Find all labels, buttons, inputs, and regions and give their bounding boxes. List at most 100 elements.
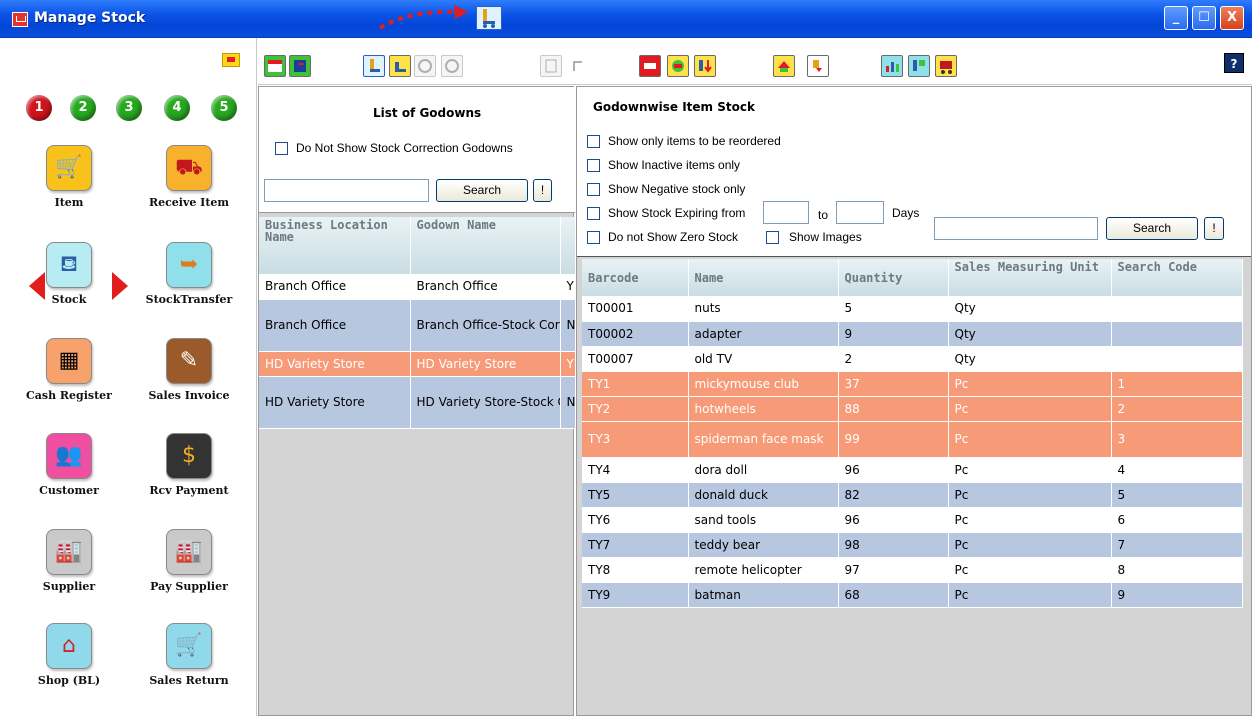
godown-search-input[interactable] — [264, 179, 429, 202]
tile-rcv-payment[interactable]: $ Rcv Payment — [143, 433, 235, 521]
step-2-button[interactable]: 2 — [70, 95, 96, 121]
stock-icon[interactable] — [363, 55, 385, 77]
shopping-cart-icon: 🛒 — [46, 145, 92, 191]
table-row[interactable]: TY6 sand tools 96 Pc 6 — [582, 507, 1243, 533]
minimize-button[interactable]: _ — [1164, 6, 1188, 30]
tile-customer[interactable]: 👥 Customer — [23, 433, 115, 521]
grid-view-icon[interactable] — [264, 55, 286, 77]
table-row[interactable]: Branch Office Branch Office-Stock Correc… — [259, 299, 576, 352]
toolbar: ? — [258, 38, 1252, 85]
inactive-label: Show Inactive items only — [608, 158, 741, 172]
help-button[interactable]: ? — [1224, 53, 1244, 73]
table-row[interactable]: TY8 remote helicopter 97 Pc 8 — [582, 557, 1243, 583]
stock-low-icon[interactable] — [389, 55, 411, 77]
refresh-icon[interactable] — [414, 55, 436, 77]
transfer-icon[interactable] — [667, 55, 689, 77]
table-row[interactable]: TY7 teddy bear 98 Pc 7 — [582, 532, 1243, 558]
stock-clear-button[interactable]: ! — [1204, 217, 1224, 240]
show-images-checkbox[interactable] — [766, 231, 779, 244]
tile-sales-return[interactable]: 🛒 Sales Return — [143, 623, 235, 711]
tile-item[interactable]: 🛒 Item — [23, 145, 115, 233]
stock-correction-icon[interactable] — [639, 55, 661, 77]
table-row[interactable]: TY3 spiderman face mask 99 Pc 3 — [582, 421, 1243, 458]
stock-trolley-icon: ⛾ — [46, 242, 92, 288]
tile-stock-transfer[interactable]: ➥ StockTransfer — [143, 242, 235, 330]
tile-shop[interactable]: ⌂ Shop (BL) — [23, 623, 115, 711]
expiry-to-input[interactable] — [836, 201, 884, 224]
reorder-checkbox[interactable] — [587, 135, 600, 148]
col-search-code[interactable]: Search Code — [1111, 259, 1243, 296]
stock-in-icon[interactable] — [694, 55, 716, 77]
stock-panel: Godownwise Item Stock Show only items to… — [576, 86, 1252, 716]
zero-stock-checkbox[interactable] — [587, 231, 600, 244]
table-row[interactable]: TY2 hotwheels 88 Pc 2 — [582, 396, 1243, 422]
tile-sales-invoice[interactable]: ✎ Sales Invoice — [143, 338, 235, 426]
godowns-table: Business Location Name Godown Name Branc… — [259, 217, 576, 429]
stock-search-button[interactable]: Search — [1106, 217, 1198, 240]
reorder-label: Show only items to be reordered — [608, 134, 781, 148]
invoice-icon: ✎ — [166, 338, 212, 384]
pay-factory-icon: 🏭 — [166, 529, 212, 575]
tile-stock[interactable]: ⛾ Stock — [23, 242, 115, 330]
col-quantity[interactable]: Quantity — [838, 259, 949, 296]
table-row[interactable]: TY9 batman 68 Pc 9 — [582, 582, 1243, 608]
negative-checkbox[interactable] — [587, 183, 600, 196]
report-view-icon[interactable] — [289, 55, 311, 77]
close-button[interactable]: X — [1220, 6, 1244, 30]
tile-receive-item[interactable]: ⛟ Receive Item — [143, 145, 235, 233]
col-godown-name[interactable]: Godown Name — [410, 217, 561, 274]
drag-arrow-icon — [378, 5, 468, 30]
dragged-stock-icon[interactable] — [476, 6, 502, 30]
expiring-checkbox[interactable] — [587, 207, 600, 220]
table-row[interactable]: TY5 donald duck 82 Pc 5 — [582, 482, 1243, 508]
undo-icon[interactable] — [441, 55, 463, 77]
step-5-button[interactable]: 5 — [211, 95, 237, 121]
maximize-button[interactable]: ☐ — [1192, 6, 1216, 30]
table-row[interactable]: T00001 nuts 5 Qty — [582, 296, 1243, 322]
price-icon[interactable] — [908, 55, 930, 77]
return-icon[interactable] — [773, 55, 795, 77]
tile-pay-supplier[interactable]: 🏭 Pay Supplier — [143, 529, 235, 617]
customers-icon: 👥 — [46, 433, 92, 479]
table-row[interactable]: TY1 mickymouse club 37 Pc 1 — [582, 371, 1243, 397]
app-cart-icon — [12, 12, 28, 27]
col-barcode[interactable]: Barcode — [582, 259, 689, 296]
col-sales-unit[interactable]: Sales Measuring Unit — [948, 259, 1112, 296]
godown-search-button[interactable]: Search — [436, 179, 528, 202]
table-row[interactable]: TY4 dora doll 96 Pc 4 — [582, 457, 1243, 483]
inactive-checkbox[interactable] — [587, 159, 600, 172]
table-row[interactable]: Branch Office Branch Office Y — [259, 274, 576, 300]
cart-icon[interactable] — [935, 55, 957, 77]
step-3-button[interactable]: 3 — [116, 95, 142, 121]
truck-icon: ⛟ — [166, 145, 212, 191]
payment-icon: $ — [166, 433, 212, 479]
col-name[interactable]: Name — [688, 259, 839, 296]
step-4-button[interactable]: 4 — [164, 95, 190, 121]
list-disabled-icon[interactable] — [540, 55, 562, 77]
godowns-panel: List of Godowns Do Not Show Stock Correc… — [258, 86, 576, 716]
step-1-button[interactable]: 1 — [26, 95, 52, 121]
table-row[interactable]: HD Variety Store HD Variety Store-Stock … — [259, 376, 576, 429]
expiry-to-label: to — [818, 208, 829, 222]
factory-icon: 🏭 — [46, 529, 92, 575]
title-bar: Manage Stock _ ☐ X — [0, 0, 1252, 38]
export-disabled-icon[interactable] — [568, 55, 590, 77]
godown-clear-button[interactable]: ! — [533, 179, 552, 202]
table-row[interactable]: T00002 adapter 9 Qty — [582, 321, 1243, 347]
stock-out-icon[interactable] — [807, 55, 829, 77]
table-row[interactable]: HD Variety Store HD Variety Store Y — [259, 351, 576, 377]
tile-supplier[interactable]: 🏭 Supplier — [23, 529, 115, 617]
panel-toggle-icon[interactable] — [222, 53, 240, 67]
launcher-panel: 1 2 3 4 5 🛒 Item ⛟ Receive Item ⛾ Stock … — [0, 38, 257, 716]
tile-cash-register[interactable]: ▦ Cash Register — [23, 338, 115, 426]
chart-icon[interactable] — [881, 55, 903, 77]
expiry-from-input[interactable] — [763, 201, 809, 224]
stock-search-input[interactable] — [934, 217, 1098, 240]
godowns-title: List of Godowns — [373, 106, 482, 120]
days-label: Days — [892, 206, 920, 220]
hide-correction-checkbox[interactable] — [275, 142, 288, 155]
show-images-label: Show Images — [789, 230, 862, 244]
table-row[interactable]: T00007 old TV 2 Qty — [582, 346, 1243, 372]
col-business-location[interactable]: Business Location Name — [259, 217, 411, 274]
stock-table: Barcode Name Quantity Sales Measuring Un… — [582, 259, 1243, 608]
